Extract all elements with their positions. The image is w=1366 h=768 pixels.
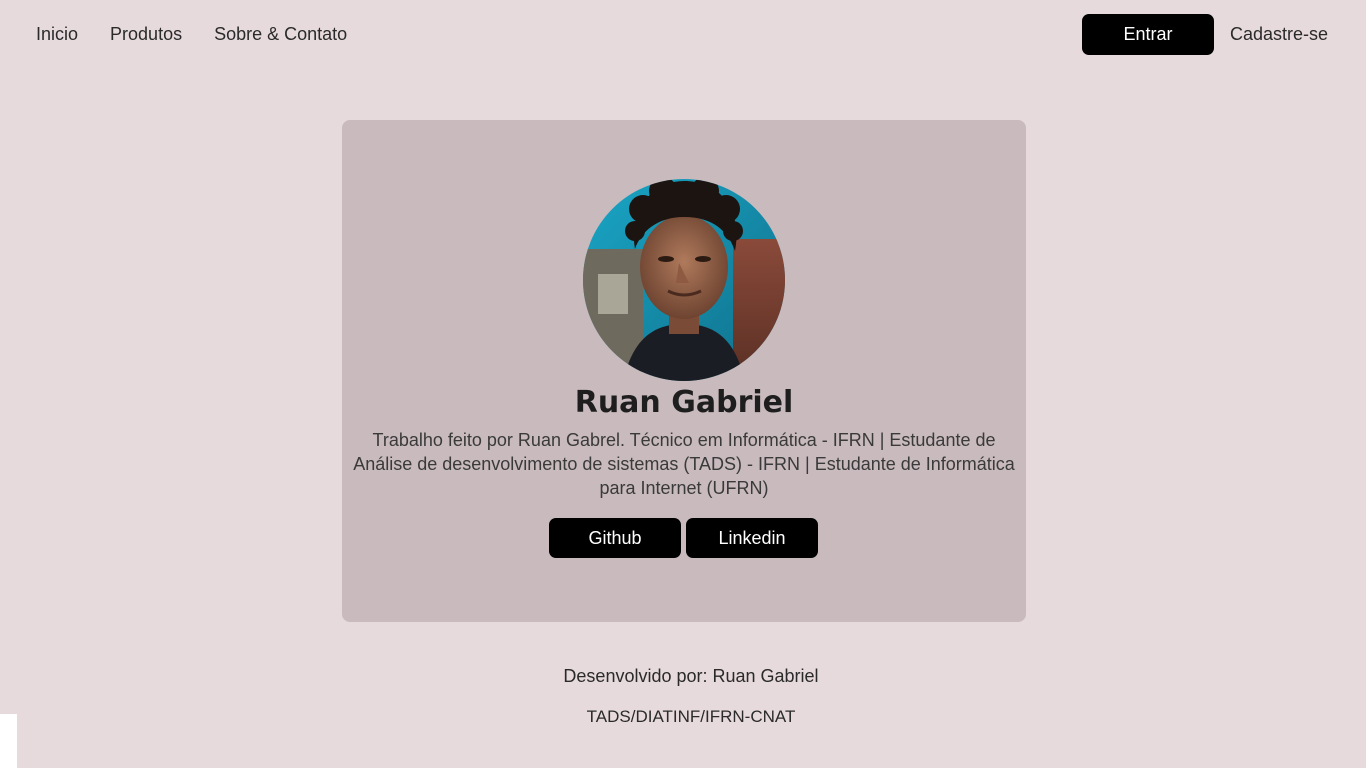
page: Inicio Produtos Sobre & Contato Entrar C… — [0, 0, 1366, 768]
nav-link-produtos[interactable]: Produtos — [110, 22, 182, 46]
page-edge-strip — [0, 714, 17, 768]
profile-avatar — [583, 179, 785, 381]
footer-institution: TADS/DIATINF/IFRN-CNAT — [586, 707, 796, 726]
social-links: Github Linkedin — [549, 518, 818, 558]
nav-auth: Entrar Cadastre-se — [1081, 14, 1328, 55]
nav-link-sobre-contato[interactable]: Sobre & Contato — [214, 22, 347, 46]
profile-name: Ruan Gabriel — [574, 385, 794, 420]
nav-links: Inicio Produtos Sobre & Contato — [36, 22, 347, 46]
profile-card: Ruan Gabriel Trabalho feito por Ruan Gab… — [342, 120, 1026, 622]
signup-link[interactable]: Cadastre-se — [1230, 24, 1328, 45]
profile-description: Trabalho feito por Ruan Gabrel. Técnico … — [353, 430, 1015, 498]
login-button[interactable]: Entrar — [1081, 14, 1214, 55]
linkedin-button[interactable]: Linkedin — [686, 518, 818, 558]
footer-credit: Desenvolvido por: Ruan Gabriel — [563, 666, 819, 686]
nav-link-inicio[interactable]: Inicio — [36, 22, 78, 46]
github-button[interactable]: Github — [549, 518, 681, 558]
avatar-photo — [583, 179, 785, 381]
top-navbar: Inicio Produtos Sobre & Contato Entrar C… — [0, 0, 1366, 68]
